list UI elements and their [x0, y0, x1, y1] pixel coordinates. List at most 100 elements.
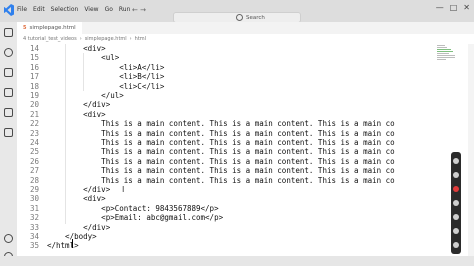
menu-file[interactable]: File	[17, 6, 27, 13]
code-line[interactable]: 24 This is a main content. This is a mai…	[17, 138, 437, 147]
code-line[interactable]: 26 This is a main content. This is a mai…	[17, 157, 437, 166]
status-bar	[0, 256, 474, 266]
code-line[interactable]: 20 </div>	[17, 100, 437, 109]
menu-edit[interactable]: Edit	[33, 6, 45, 13]
line-text[interactable]: <li>B</li>	[47, 72, 164, 81]
line-text[interactable]: This is a main content. This is a main c…	[47, 157, 395, 166]
line-text[interactable]: </div>	[47, 185, 110, 194]
menu-go[interactable]: Go	[105, 6, 113, 13]
menu-selection[interactable]: Selection	[51, 6, 79, 13]
window-controls: — □ ✕	[436, 3, 470, 12]
code-line[interactable]: 33 </div>	[17, 223, 437, 232]
line-text[interactable]: This is a main content. This is a main c…	[47, 119, 395, 128]
line-text[interactable]: <div>	[47, 44, 106, 53]
menu-bar: File Edit Selection View Go Run	[17, 6, 130, 13]
code-line[interactable]: 25 This is a main content. This is a mai…	[17, 147, 437, 156]
line-text[interactable]: </html>	[47, 241, 79, 250]
code-line[interactable]: 19 </ul>	[17, 91, 437, 100]
record-icon[interactable]	[453, 186, 459, 192]
account-icon[interactable]	[4, 234, 13, 243]
code-line[interactable]: 29 </div>	[17, 185, 437, 194]
code-line[interactable]: 28 This is a main content. This is a mai…	[17, 176, 437, 185]
menu-run[interactable]: Run	[119, 6, 131, 13]
settings-icon[interactable]	[453, 228, 459, 234]
line-text[interactable]: This is a main content. This is a main c…	[47, 129, 395, 138]
code-line[interactable]: 35 </html>	[17, 241, 437, 250]
line-text[interactable]: </div>	[47, 223, 110, 232]
line-number: 29	[29, 185, 39, 194]
close-icon[interactable]	[453, 242, 459, 248]
back-arrow-icon[interactable]: ←	[132, 6, 138, 14]
docker-icon[interactable]	[4, 128, 13, 137]
recording-toolbar	[451, 152, 461, 254]
line-number: 25	[29, 147, 39, 157]
line-text[interactable]: <div>	[47, 194, 106, 203]
line-text[interactable]: <li>C</li>	[47, 82, 164, 91]
code-line[interactable]: 14 <div>	[17, 44, 437, 53]
line-text[interactable]: This is a main content. This is a main c…	[47, 166, 395, 175]
line-number: 14	[29, 44, 39, 53]
line-number: 23	[29, 128, 39, 138]
pen-icon[interactable]	[453, 214, 459, 220]
code-line[interactable]: 31 <p>Contact: 9843567889</p>	[17, 204, 437, 213]
line-number: 34	[29, 232, 39, 241]
maximize-button[interactable]: □	[450, 3, 458, 12]
line-number: 31	[29, 203, 39, 213]
line-text[interactable]: </ul>	[47, 91, 124, 100]
line-text[interactable]: <p>Contact: 9843567889</p>	[47, 204, 218, 213]
code-line[interactable]: 30 <div>	[17, 194, 437, 203]
code-line[interactable]: 16 <li>A</li>	[17, 63, 437, 72]
line-number: 26	[29, 156, 39, 166]
code-line[interactable]: 22 This is a main content. This is a mai…	[17, 119, 437, 128]
line-number: 28	[29, 175, 39, 185]
screen-icon[interactable]	[453, 172, 459, 178]
line-text[interactable]: This is a main content. This is a main c…	[47, 147, 395, 156]
html5-file-icon: 5	[23, 25, 27, 31]
minimize-button[interactable]: —	[436, 3, 444, 12]
tab-label: simplepage.html	[29, 25, 76, 31]
code-line[interactable]: 27 This is a main content. This is a mai…	[17, 166, 437, 175]
line-text[interactable]: <li>A</li>	[47, 63, 164, 72]
nav-arrows: ← →	[132, 6, 146, 14]
explorer-icon[interactable]	[4, 28, 13, 37]
tab-simplepage[interactable]: 5 simplepage.html	[17, 22, 82, 34]
vscode-logo-icon[interactable]	[4, 4, 14, 16]
line-text[interactable]: </div>	[47, 100, 110, 109]
code-line[interactable]: 18 <li>C</li>	[17, 82, 437, 91]
code-line[interactable]: 15 <ul>	[17, 53, 437, 62]
breadcrumb-file[interactable]: simplepage.html	[85, 36, 127, 42]
breadcrumb-separator-icon: ›	[129, 36, 132, 42]
search-icon	[236, 14, 243, 21]
vertical-scrollbar[interactable]	[468, 44, 474, 256]
line-text[interactable]: <div>	[47, 110, 106, 119]
line-number: 30	[29, 194, 39, 204]
line-number: 15	[29, 53, 39, 63]
camera-icon[interactable]	[453, 158, 459, 164]
menu-view[interactable]: View	[84, 6, 98, 13]
code-line[interactable]: 32 <p>Email: abc@gmail.com</p>	[17, 213, 437, 222]
line-text[interactable]: <ul>	[47, 53, 119, 62]
search-view-icon[interactable]	[4, 48, 13, 57]
line-number: 22	[29, 119, 39, 129]
close-button[interactable]: ✕	[463, 3, 470, 12]
code-line[interactable]: 21 <div>	[17, 110, 437, 119]
code-line[interactable]: 17 <li>B</li>	[17, 72, 437, 81]
pause-icon[interactable]	[453, 200, 459, 206]
breadcrumb-element[interactable]: html	[135, 36, 146, 42]
source-control-icon[interactable]	[4, 68, 13, 77]
extensions-icon[interactable]	[4, 108, 13, 117]
line-text[interactable]: This is a main content. This is a main c…	[47, 176, 395, 185]
line-number: 35	[29, 241, 39, 251]
code-editor[interactable]: 14 <div> 15 <ul> 16 <li>A</li> 17 <li>B</li…	[17, 44, 437, 256]
forward-arrow-icon[interactable]: →	[140, 6, 146, 14]
line-text[interactable]: This is a main content. This is a main c…	[47, 138, 395, 147]
run-debug-icon[interactable]	[4, 88, 13, 97]
line-text[interactable]: <p>Email: abc@gmail.com</p>	[47, 213, 223, 222]
code-line[interactable]: 34 </body>	[17, 232, 437, 241]
breadcrumb-folder[interactable]: 4 tutorial_test_videos	[23, 36, 77, 42]
line-number: 16	[29, 62, 39, 72]
code-line[interactable]: 23 This is a main content. This is a mai…	[17, 129, 437, 138]
minimap[interactable]	[437, 44, 455, 74]
line-number: 19	[29, 91, 39, 100]
breadcrumb: 4 tutorial_test_videos › simplepage.html…	[17, 34, 146, 44]
